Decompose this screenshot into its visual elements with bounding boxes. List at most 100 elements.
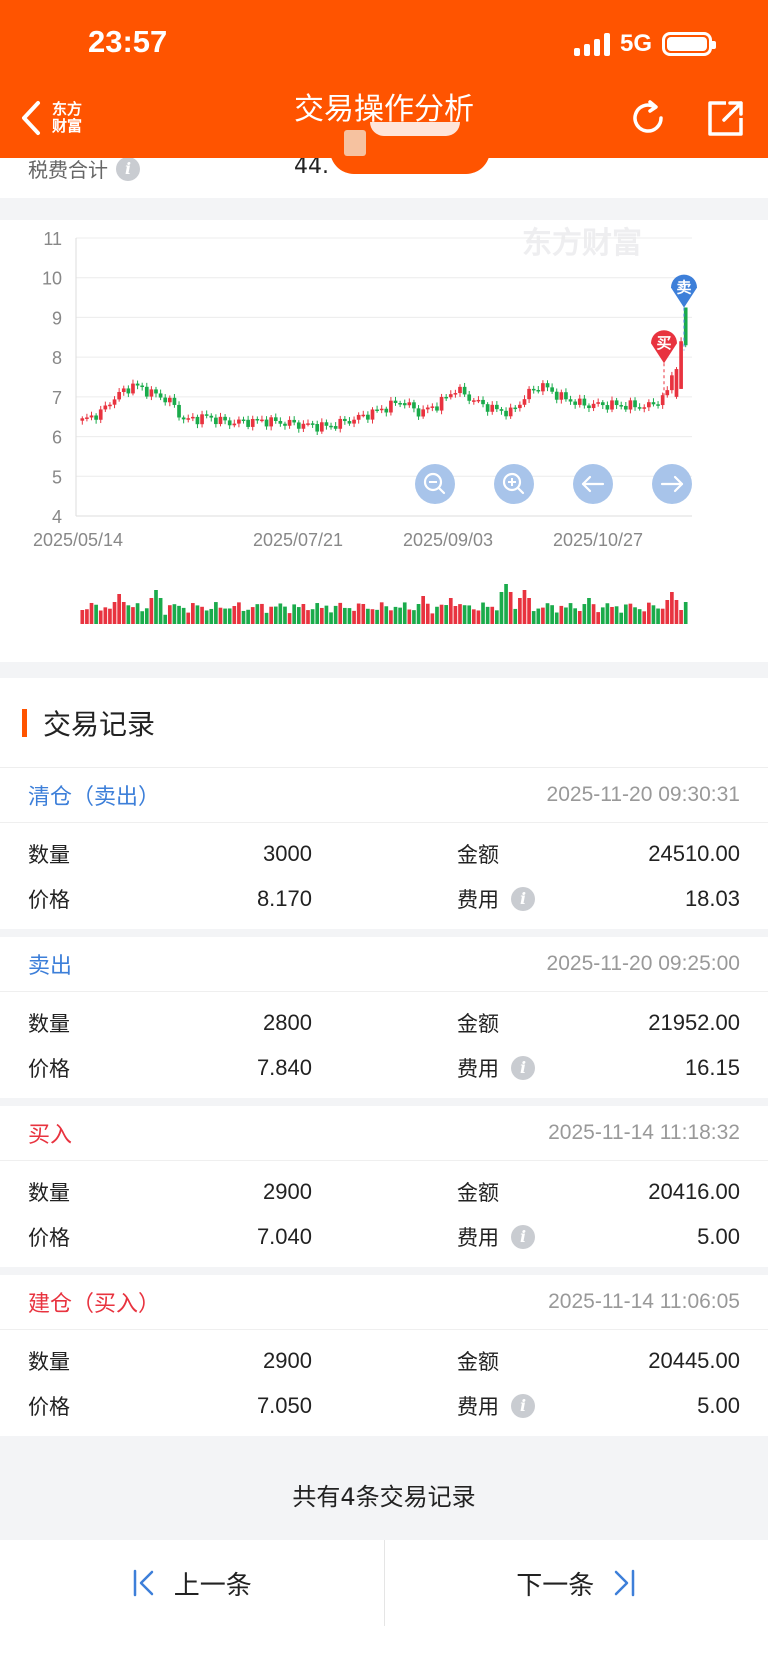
candle (347, 421, 352, 424)
candle (541, 383, 545, 392)
candle (287, 419, 292, 426)
info-icon[interactable]: i (511, 1393, 535, 1418)
candle (651, 402, 656, 405)
candle (292, 419, 297, 423)
volume-bar (209, 608, 214, 624)
trade-record[interactable]: 卖出 2025-11-20 09:25:00 数量 2800 金额 21952.00 价格 7… (0, 937, 768, 1106)
volume-bar (527, 598, 531, 624)
volume-bar (412, 610, 416, 624)
candle (223, 416, 227, 421)
volume-bar (683, 602, 688, 624)
candle (522, 399, 527, 405)
candle (600, 402, 605, 406)
candle (605, 405, 610, 410)
candle (596, 402, 601, 404)
candle (149, 389, 154, 397)
candle (495, 404, 499, 410)
candle (633, 400, 637, 408)
volume-bar (186, 612, 191, 624)
prev-button[interactable]: 上一条 (0, 1540, 384, 1626)
volume-bar (324, 605, 329, 624)
candle (435, 406, 439, 411)
volume-bar (292, 604, 297, 624)
candle (108, 404, 112, 407)
volume-bar (485, 606, 490, 624)
candle (352, 419, 356, 424)
y-tick-label: 10 (42, 269, 62, 289)
candle (227, 420, 232, 426)
candle (131, 383, 135, 394)
volume-bar (545, 603, 550, 624)
pager: 上一条 下一条 (0, 1540, 768, 1626)
candle (513, 407, 518, 410)
candle (384, 408, 389, 413)
fee-value: 5.00 (697, 1392, 740, 1418)
volume-bar (296, 607, 301, 624)
trade-record[interactable]: 清仓（卖出） 2025-11-20 09:30:31 数量 3000 金额 24510.0… (0, 768, 768, 937)
info-icon[interactable]: i (511, 886, 535, 911)
qty-value: 2800 (263, 1009, 312, 1035)
candle (481, 399, 485, 405)
signal-icon (573, 32, 610, 56)
candle (458, 386, 462, 394)
candle (310, 423, 315, 425)
volume-bar (435, 606, 439, 624)
amount-label: 金额 (457, 1180, 499, 1205)
amount-label: 金额 (457, 842, 499, 867)
next-button[interactable]: 下一条 (385, 1540, 768, 1626)
refresh-icon (633, 100, 663, 133)
candle (508, 407, 513, 417)
volume-bar (172, 604, 177, 624)
arrow-left-icon[interactable] (573, 464, 613, 504)
volume-bar (439, 604, 444, 624)
refresh-button[interactable] (628, 98, 668, 142)
info-icon[interactable]: i (511, 1055, 535, 1080)
candle (398, 403, 402, 405)
volume-bar (140, 611, 145, 624)
candle (637, 407, 642, 409)
volume-bar (481, 602, 485, 624)
volume-bar (223, 608, 227, 624)
candle (577, 398, 582, 405)
zoom-out-icon[interactable] (415, 464, 455, 504)
volume-bar (665, 600, 670, 624)
share-button[interactable] (706, 98, 746, 142)
volume-bar (306, 610, 310, 624)
fee-label: 费用 i (457, 1222, 617, 1252)
x-tick-label: 2025/10/27 (553, 530, 643, 550)
volume-bar (605, 603, 610, 624)
candle (80, 418, 85, 421)
candle (269, 417, 273, 427)
volume-bar (191, 603, 195, 624)
candle (545, 383, 550, 388)
volume-bar (541, 607, 545, 624)
record-time: 2025-11-14 11:18:32 (548, 1121, 740, 1144)
arrow-right-icon[interactable] (652, 464, 692, 504)
candle (379, 408, 384, 411)
candle (343, 418, 347, 422)
chart-watermark: 东方财富 (522, 226, 642, 261)
candle (499, 409, 504, 411)
kline-chart[interactable]: 东方财富 11 10 9 8 7 6 5 4 2025/05/14 2025/07/21 2025/0… (0, 220, 768, 662)
volume-bar (283, 606, 287, 624)
info-icon[interactable]: i (511, 1224, 535, 1249)
record-row-price: 价格 7.050 费用 i 5.00 (0, 1383, 768, 1428)
y-tick-label: 6 (52, 428, 62, 448)
volume-bar (504, 584, 508, 624)
candle (527, 388, 531, 400)
zoom-in-icon[interactable] (494, 464, 534, 504)
candle (366, 414, 370, 420)
candle (241, 419, 246, 422)
trade-record[interactable]: 买入 2025-11-14 11:18:32 数量 2900 金额 20416.00 价格 7… (0, 1106, 768, 1275)
y-tick-label: 11 (43, 229, 62, 249)
candle (453, 393, 458, 395)
volume-bar (637, 609, 642, 624)
volume-bar (112, 602, 117, 624)
candle (430, 406, 435, 408)
amount-value: 24510.00 (648, 840, 740, 866)
battery-icon (662, 32, 716, 56)
volume-bar (375, 609, 379, 624)
volume-bar (564, 607, 568, 624)
info-icon[interactable]: i (116, 156, 140, 181)
trade-record[interactable]: 建仓（买入） 2025-11-14 11:06:05 数量 2900 金额 20445.0… (0, 1275, 768, 1444)
